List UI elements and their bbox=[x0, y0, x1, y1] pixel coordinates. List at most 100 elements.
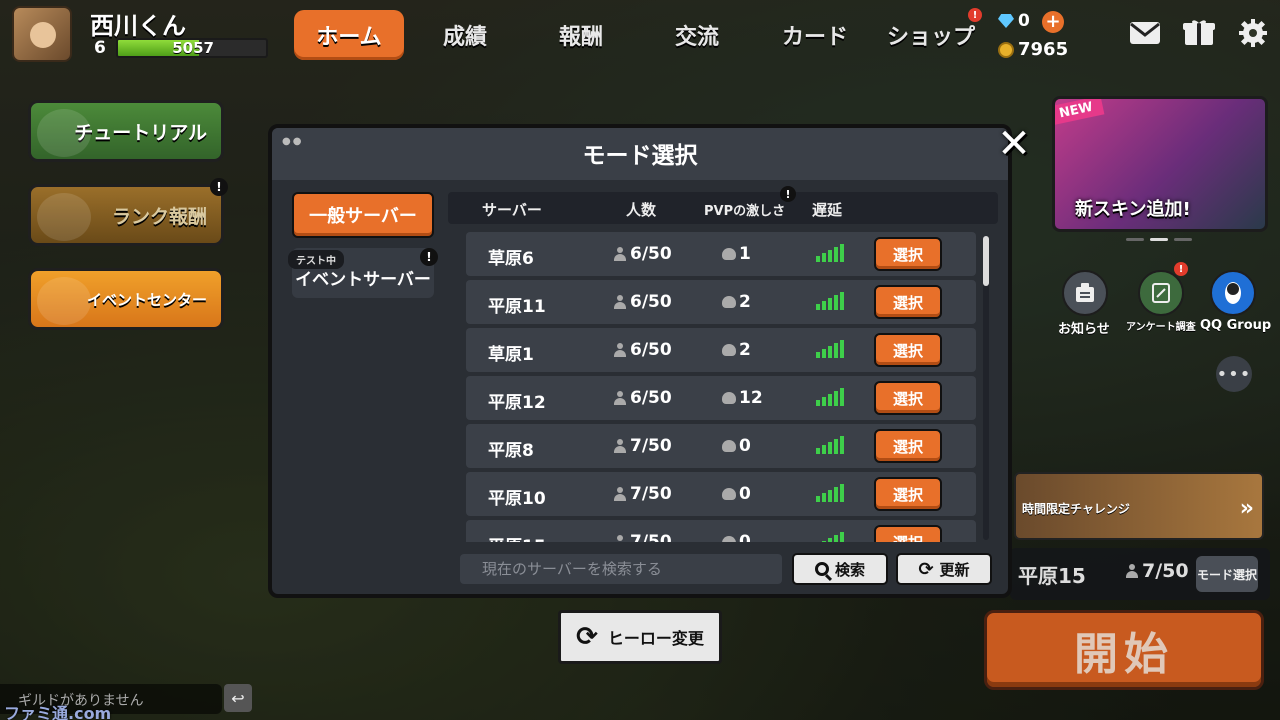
column-pvp: PVPの激しさ bbox=[704, 204, 786, 219]
event-center-label: イベントセンター bbox=[86, 290, 207, 309]
server-pvp-value: 0 bbox=[739, 436, 751, 456]
signal-strength-icon bbox=[816, 340, 844, 358]
server-people: 6/50 bbox=[614, 244, 672, 264]
limited-challenge-banner[interactable]: 時間限定チャレンジ » bbox=[1014, 472, 1264, 540]
server-row[interactable]: 平原8 7/50 0 選択 bbox=[466, 424, 976, 468]
tutorial-character-icon bbox=[37, 109, 91, 157]
select-server-button[interactable]: 選択 bbox=[874, 429, 942, 463]
person-icon bbox=[614, 535, 626, 542]
exp-bar: 5057 bbox=[116, 38, 268, 58]
skull-icon bbox=[722, 392, 736, 404]
server-row[interactable]: 平原15 7/50 0 選択 bbox=[466, 520, 976, 542]
scrollbar-thumb[interactable] bbox=[983, 236, 989, 286]
treasure-chest-icon bbox=[37, 193, 91, 241]
person-icon bbox=[1126, 564, 1138, 578]
server-row[interactable]: 平原11 6/50 2 選択 bbox=[466, 280, 976, 324]
server-name: 平原10 bbox=[488, 489, 546, 509]
current-server-people: 7/50 bbox=[1126, 560, 1189, 582]
top-bar: 西川くん 6 5057 ホーム 成績 報酬 交流 カード ショップ ! 0 + … bbox=[0, 0, 1280, 70]
new-skin-banner[interactable]: NEW 新スキン追加! bbox=[1052, 96, 1268, 232]
select-server-button[interactable]: 選択 bbox=[874, 237, 942, 271]
server-pvp: 2 bbox=[722, 340, 751, 360]
server-search-input[interactable] bbox=[460, 554, 782, 584]
server-name: 草原6 bbox=[488, 249, 534, 269]
select-server-button[interactable]: 選択 bbox=[874, 525, 942, 542]
server-people-value: 6/50 bbox=[630, 340, 672, 360]
server-people-value: 6/50 bbox=[630, 244, 672, 264]
signal-strength-icon bbox=[816, 244, 844, 262]
qq-group-label: QQ Group bbox=[1200, 318, 1272, 333]
server-pvp-value: 0 bbox=[739, 532, 751, 542]
dialog-title: モード選択 bbox=[582, 143, 698, 169]
tab-social[interactable]: 交流 bbox=[642, 10, 752, 60]
server-row[interactable]: 草原6 6/50 1 選択 bbox=[466, 232, 976, 276]
select-server-button[interactable]: 選択 bbox=[874, 381, 942, 415]
signal-strength-icon bbox=[816, 436, 844, 454]
server-name: 草原1 bbox=[488, 345, 534, 365]
survey-icon[interactable] bbox=[1138, 270, 1184, 316]
tab-card[interactable]: カード bbox=[760, 10, 870, 60]
tab-home[interactable]: ホーム bbox=[294, 10, 404, 60]
server-people-value: 7/50 bbox=[630, 532, 672, 542]
server-people-value: 6/50 bbox=[630, 388, 672, 408]
gem-count: 0 bbox=[1018, 11, 1030, 31]
mail-icon[interactable] bbox=[1128, 18, 1162, 48]
qq-icon[interactable] bbox=[1210, 270, 1256, 316]
mode-select-button[interactable]: モード選択 bbox=[1196, 556, 1258, 592]
server-people-value: 7/50 bbox=[630, 436, 672, 456]
search-button-label: 検索 bbox=[834, 560, 865, 579]
refresh-button[interactable]: ⟳ 更新 bbox=[896, 553, 992, 585]
select-server-button[interactable]: 選択 bbox=[874, 477, 942, 511]
server-pvp: 0 bbox=[722, 436, 751, 456]
gear-icon[interactable] bbox=[1236, 18, 1270, 48]
server-pvp: 2 bbox=[722, 292, 751, 312]
back-arrow-icon[interactable]: ↩ bbox=[224, 684, 252, 712]
watermark: ファミ通.com bbox=[4, 704, 112, 720]
column-people: 人数 bbox=[626, 201, 657, 219]
refresh-icon: ⟳ bbox=[918, 558, 934, 580]
tutorial-button[interactable]: チュートリアル bbox=[28, 100, 224, 162]
select-server-button[interactable]: 選択 bbox=[874, 333, 942, 367]
rank-reward-button[interactable]: ランク報酬 bbox=[28, 184, 224, 246]
challenge-label: 時間限定チャレンジ bbox=[1022, 502, 1130, 516]
select-server-button[interactable]: 選択 bbox=[874, 285, 942, 319]
notice-icon[interactable] bbox=[1062, 270, 1108, 316]
tab-record[interactable]: 成績 bbox=[410, 10, 520, 60]
skull-icon bbox=[722, 248, 736, 260]
server-row[interactable]: 草原1 6/50 2 選択 bbox=[466, 328, 976, 372]
rank-reward-alert-badge: ! bbox=[210, 178, 228, 196]
server-row[interactable]: 平原10 7/50 0 選択 bbox=[466, 472, 976, 516]
server-people: 7/50 bbox=[614, 484, 672, 504]
event-center-button[interactable]: イベントセンター bbox=[28, 268, 224, 330]
signal-strength-icon bbox=[816, 532, 844, 542]
server-pvp: 0 bbox=[722, 532, 751, 542]
more-options-button[interactable]: ••• bbox=[1216, 356, 1252, 392]
gift-box-icon[interactable] bbox=[1182, 18, 1216, 48]
server-people: 6/50 bbox=[614, 340, 672, 360]
server-people-value: 7/50 bbox=[630, 484, 672, 504]
survey-label: アンケート調査 bbox=[1126, 322, 1196, 333]
signal-strength-icon bbox=[816, 388, 844, 406]
megaphone-icon bbox=[37, 277, 91, 325]
tab-general-server[interactable]: 一般サーバー bbox=[292, 192, 434, 238]
player-avatar[interactable] bbox=[12, 6, 72, 62]
shop-alert-badge: ! bbox=[968, 8, 982, 22]
skull-icon bbox=[722, 296, 736, 308]
add-gems-button[interactable]: + bbox=[1042, 11, 1064, 33]
currency-panel: 0 + 7965 bbox=[996, 10, 1106, 62]
close-dialog-button[interactable]: ✕ bbox=[996, 124, 1032, 164]
search-button[interactable]: 検索 bbox=[792, 553, 888, 585]
server-pvp-value: 12 bbox=[739, 388, 763, 408]
skull-icon bbox=[722, 536, 736, 542]
skull-icon bbox=[722, 344, 736, 356]
tab-reward[interactable]: 報酬 bbox=[526, 10, 636, 60]
server-row[interactable]: 平原12 6/50 12 選択 bbox=[466, 376, 976, 420]
signal-strength-icon bbox=[816, 484, 844, 502]
skull-icon bbox=[722, 440, 736, 452]
pvp-info-icon[interactable]: ! bbox=[780, 186, 796, 202]
start-button[interactable]: 開始 bbox=[984, 610, 1264, 690]
refresh-button-label: 更新 bbox=[939, 560, 970, 579]
player-name: 西川くん bbox=[90, 12, 186, 40]
double-chevron-icon: » bbox=[1239, 496, 1254, 521]
change-hero-button[interactable]: ⟳ ヒーロー変更 bbox=[558, 610, 722, 664]
